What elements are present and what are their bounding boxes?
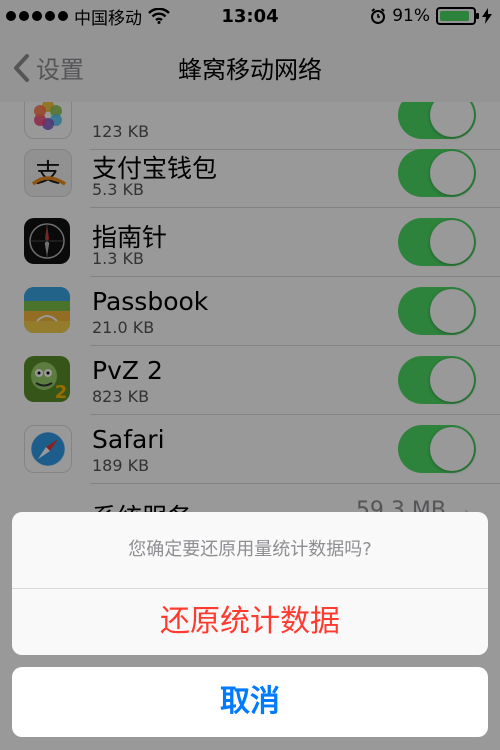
cancel-button[interactable]: 取消 (12, 667, 488, 737)
action-sheet-message: 您确定要还原用量统计数据吗? (12, 512, 488, 589)
action-sheet: 您确定要还原用量统计数据吗? 还原统计数据 (12, 512, 488, 655)
reset-statistics-button[interactable]: 还原统计数据 (12, 589, 488, 655)
